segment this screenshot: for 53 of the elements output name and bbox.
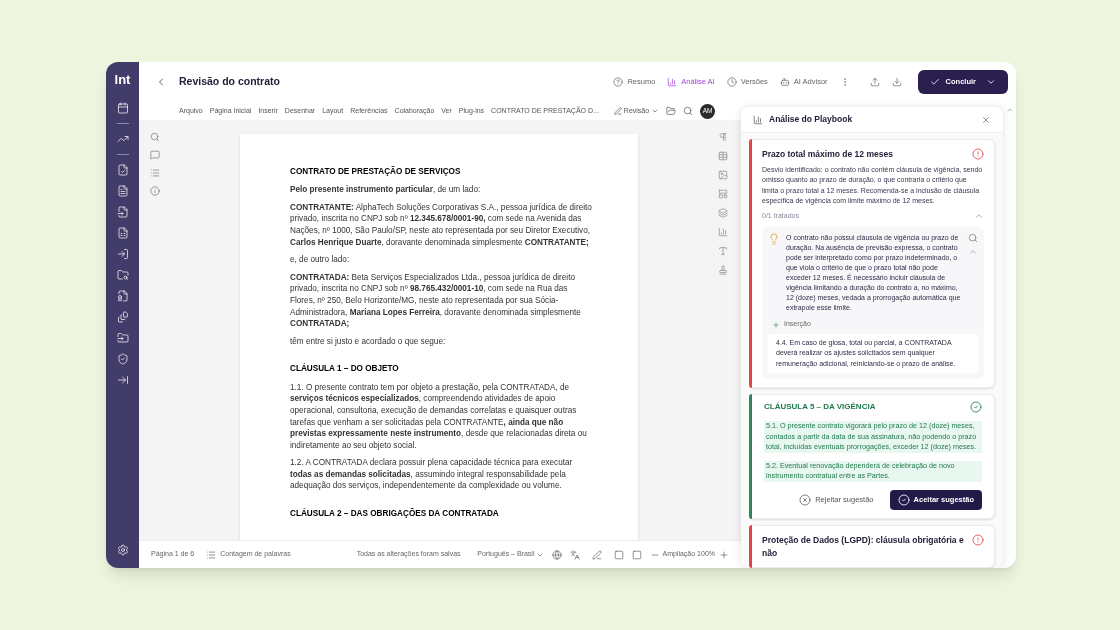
page-view-icon[interactable] <box>614 549 625 560</box>
clause-heading: CLÁUSULA 2 – DAS OBRIGAÇÕES DA CONTRATADA <box>290 508 500 521</box>
clause-title: CLÁUSULA 5 – DA VIGÊNCIA <box>764 401 876 414</box>
issue-title: Proteção de Dados (LGPD): cláusula obrigatória e não <box>762 533 964 560</box>
chart-icon <box>753 114 763 125</box>
caret-icon <box>986 77 996 87</box>
nav-icon <box>779 77 790 87</box>
document-paragraph: 1.1. O presente contrato tem por objeto a prestação, pela CONTRATADA, de serviços técnicos especializados, compreendendo atividades de apoio operacional, consultoria, execução de demandas correlatas e quaisquer outras tarefas que venham a ser solicitadas pela CONTRATANTE, ainda que não previstas expressamente neste instrumento, desde que relacionadas direta ou indiretamente ao seu objeto social. <box>290 381 588 452</box>
check-circle-icon <box>897 493 910 506</box>
clause-heading: CLÁUSULA 1 – DO OBJETO <box>290 363 400 376</box>
page-title: Revisão do contrato <box>179 74 280 90</box>
app-logo[interactable]: lnt <box>114 70 131 90</box>
info-icon[interactable] <box>150 186 160 196</box>
alert-icon <box>972 148 984 160</box>
language-icon[interactable] <box>570 549 581 560</box>
folder-icon[interactable] <box>666 106 677 116</box>
download-icon[interactable] <box>891 77 902 87</box>
word-count-icon[interactable] <box>206 549 217 560</box>
calendar-icon[interactable] <box>116 101 129 114</box>
plus-icon <box>772 320 780 329</box>
nav-icon <box>726 77 737 87</box>
document-paragraph: Pelo presente instrumento particular, de um lado: <box>290 184 482 196</box>
document-paragraph: CONTRATADA: Beta Serviços Especializados Ltda., pessoa jurídica de direito privado, inscrita no CNPJ sob nº 98.765.432/0001-10, com sede na Rua das Flores, nº 250, Belo Horizonte/MG, neste ato representada por sua Sócia-Administradora, Mariana Lopes Ferreira, doravante denominada simplesmente CONTRATADA; <box>290 271 582 330</box>
list-icon[interactable] <box>150 168 160 178</box>
zoom-in-icon[interactable] <box>719 549 729 560</box>
nav-icon <box>613 77 624 87</box>
pen-icon[interactable] <box>592 549 603 560</box>
search-icon[interactable] <box>683 106 694 116</box>
settings-icon[interactable] <box>116 544 129 556</box>
issue-title: Prazo total máximo de 12 meses <box>762 148 893 161</box>
globe-icon[interactable] <box>552 549 563 560</box>
panel-title: Análise do Playbook <box>769 113 853 126</box>
search-icon[interactable] <box>150 132 160 142</box>
document-paragraph: têm entre si justo e acordado o que segue: <box>290 335 447 348</box>
document-paragraph: e, de outro lado: <box>290 254 351 266</box>
alert-icon <box>972 533 984 546</box>
upload-icon[interactable] <box>869 77 880 87</box>
x-circle-icon <box>799 493 812 506</box>
check-circle-icon <box>970 401 982 414</box>
scroll-up-icon[interactable] <box>1005 106 1014 114</box>
close-icon[interactable] <box>981 114 991 125</box>
comment-icon[interactable] <box>150 150 160 160</box>
lightbulb-icon <box>768 233 780 246</box>
document-paragraph: 1.2. A CONTRATADA declara possuir plena capacidade técnica para executar todas as demandas solicitadas, assumindo integral responsabilidade pela adequação dos serviços, independentemente da complexidade ou volume. <box>290 457 574 493</box>
collapse-icon[interactable] <box>974 211 984 221</box>
pen-icon <box>613 107 622 115</box>
caret-icon <box>651 107 660 115</box>
page-view-icon[interactable] <box>632 549 643 560</box>
search-icon[interactable] <box>968 233 978 244</box>
nav-icon <box>667 77 678 87</box>
document-paragraph: CONTRATANTE: AlphaTech Soluções Corporativas S.A., pessoa jurídica de direito privado, inscrita no CNPJ sob nº 12.345.678/0001-90, com sede na Avenida das Nações, nº 1000, São Paulo/SP, neste ato representada por seu Diretor Executivo, Carlos Henrique Duarte, doravante denominada simplesmente CONTRATANTE; <box>290 201 593 249</box>
document-title: CONTRATO DE PRESTAÇÃO DE SERVIÇOS <box>290 166 462 178</box>
check-icon <box>929 77 940 87</box>
